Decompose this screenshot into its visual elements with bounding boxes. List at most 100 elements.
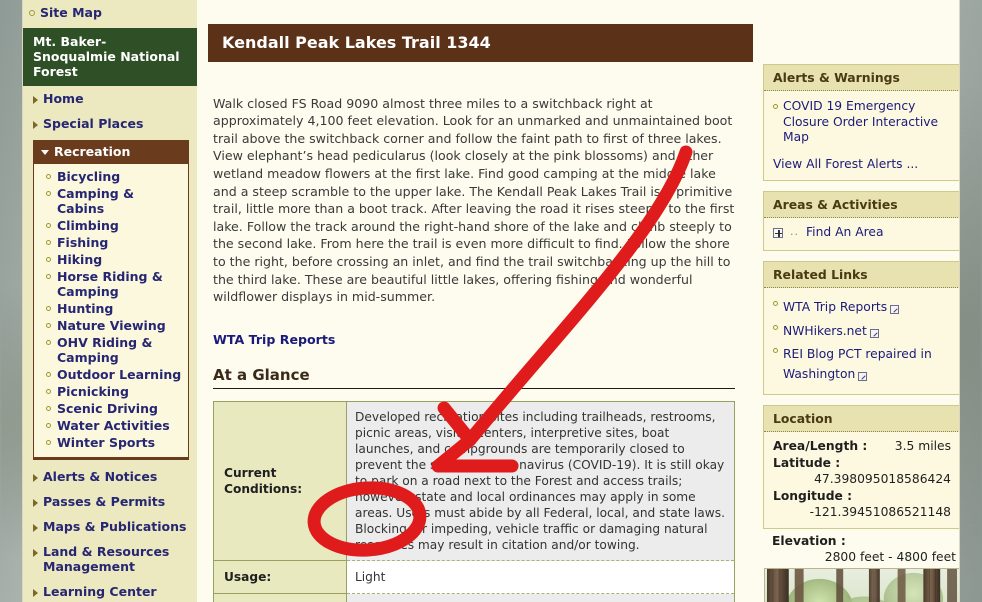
triangle-right-icon <box>33 549 38 557</box>
sidebar-item-maps-publications[interactable]: Maps & Publications <box>23 514 197 539</box>
alerts-warnings-body: COVID 19 Emergency Closure Order Interac… <box>764 91 959 180</box>
list-item[interactable]: REI Blog PCT repaired in Washington <box>773 342 951 385</box>
climbing-link[interactable]: Climbing <box>57 218 119 233</box>
nwhikers-link[interactable]: NWHikers.net <box>783 324 867 338</box>
sidebar-item-site-map[interactable]: Site Map <box>23 0 197 28</box>
water-activities-link[interactable]: Water Activities <box>57 418 170 433</box>
sidebar-item-scenic-driving[interactable]: Scenic Driving <box>38 400 184 417</box>
row-label: Best Season: <box>213 593 347 602</box>
sidebar-item-water-activities[interactable]: Water Activities <box>38 417 184 434</box>
sidebar-item-passes-permits[interactable]: Passes & Permits <box>23 489 197 514</box>
sidebar-item-land-resources-management[interactable]: Land & Resources Management <box>23 539 197 579</box>
areas-activities-heading: Areas & Activities <box>764 191 959 218</box>
list-item[interactable]: WTA Trip Reports <box>773 295 951 319</box>
sidebar-item-home[interactable]: Home <box>23 86 197 111</box>
list-item[interactable]: NWHikers.net <box>773 319 951 343</box>
triangle-right-icon <box>33 524 38 532</box>
sidebar-item-recreation[interactable]: Recreation <box>33 140 189 164</box>
sidebar-item-hunting[interactable]: Hunting <box>38 300 184 317</box>
related-links-box: Related Links WTA Trip Reports NWHikers.… <box>763 261 959 395</box>
areas-activities-box: Areas & Activities .. Find An Area <box>763 190 959 251</box>
row-value: Summer/Fall <box>346 593 735 602</box>
area-length-row: Area/Length : 3.5 miles <box>773 438 951 455</box>
area-length-value: 3.5 miles <box>894 439 951 453</box>
circle-bullet-icon <box>46 423 51 428</box>
sidebar-item-fishing[interactable]: Fishing <box>38 234 184 251</box>
related-links-body: WTA Trip Reports NWHikers.net REI Blog P… <box>764 288 959 394</box>
alerts-warnings-box: Alerts & Warnings COVID 19 Emergency Clo… <box>763 64 959 181</box>
circle-bullet-icon <box>46 340 51 345</box>
table-row: Usage: Light <box>213 560 735 595</box>
main-content: Kendall Peak Lakes Trail 1344 Walk close… <box>208 0 753 602</box>
circle-bullet-icon <box>773 301 778 306</box>
list-item[interactable]: COVID 19 Emergency Closure Order Interac… <box>773 98 951 149</box>
row-value: Developed recreation sites including tra… <box>346 401 735 562</box>
sidebar-item-winter-sports[interactable]: Winter Sports <box>38 434 184 451</box>
hunting-link[interactable]: Hunting <box>57 301 113 316</box>
forest-name-banner: Mt. Baker-Snoqualmie National Forest <box>23 28 197 86</box>
sidebar-item-ohv-riding-camping[interactable]: OHV Riding & Camping <box>38 334 184 366</box>
triangle-right-icon <box>33 96 38 104</box>
scenic-driving-link[interactable]: Scenic Driving <box>57 401 158 416</box>
sidebar-item-learning-center[interactable]: Learning Center <box>23 579 197 602</box>
row-label: Current Conditions: <box>213 401 347 562</box>
area-length-label: Area/Length : <box>773 439 868 453</box>
sidebar-item-climbing[interactable]: Climbing <box>38 217 184 234</box>
find-an-area-link[interactable]: Find An Area <box>806 225 884 241</box>
circle-bullet-icon <box>46 240 51 245</box>
sidebar-item-picnicking[interactable]: Picnicking <box>38 383 184 400</box>
circle-bullet-icon <box>46 323 51 328</box>
camping-cabins-link[interactable]: Camping & Cabins <box>57 186 182 216</box>
learning-center-link[interactable]: Learning Center <box>43 584 157 599</box>
picnicking-link[interactable]: Picnicking <box>57 384 129 399</box>
sidebar-item-alerts-notices[interactable]: Alerts & Notices <box>23 464 197 489</box>
recreation-link[interactable]: Recreation <box>54 144 130 159</box>
list-item[interactable]: .. Find An Area <box>773 224 951 244</box>
alerts-warnings-heading: Alerts & Warnings <box>764 65 959 91</box>
left-sidebar: Site Map Mt. Baker-Snoqualmie National F… <box>23 0 197 602</box>
covid-closure-map-link[interactable]: COVID 19 Emergency Closure Order Interac… <box>783 99 951 146</box>
at-a-glance-table: Current Conditions: Developed recreation… <box>213 401 735 602</box>
alerts-notices-link[interactable]: Alerts & Notices <box>43 469 157 484</box>
fishing-link[interactable]: Fishing <box>57 235 108 250</box>
triangle-right-icon <box>33 499 38 507</box>
location-box: Location Area/Length : 3.5 miles Latitud… <box>763 405 959 529</box>
site-map-link[interactable]: Site Map <box>40 5 102 21</box>
row-label: Usage: <box>213 560 347 595</box>
sidebar-item-hiking[interactable]: Hiking <box>38 251 184 268</box>
bicycling-link[interactable]: Bicycling <box>57 169 120 184</box>
sidebar-item-bicycling[interactable]: Bicycling <box>38 168 184 185</box>
wta-trip-reports-link[interactable]: WTA Trip Reports <box>213 332 335 347</box>
land-resources-management-link[interactable]: Land & Resources Management <box>43 544 189 574</box>
home-link[interactable]: Home <box>43 91 84 106</box>
maps-publications-link[interactable]: Maps & Publications <box>43 519 186 534</box>
wta-trip-reports-rail-link[interactable]: WTA Trip Reports <box>783 300 887 314</box>
page-title: Kendall Peak Lakes Trail 1344 <box>208 24 753 62</box>
outdoor-learning-link[interactable]: Outdoor Learning <box>57 367 181 382</box>
forest-service-page: Site Map Mt. Baker-Snoqualmie National F… <box>22 0 960 602</box>
sidebar-item-camping-cabins[interactable]: Camping & Cabins <box>38 185 184 217</box>
external-link-icon <box>869 328 879 338</box>
circle-bullet-icon <box>46 389 51 394</box>
passes-permits-link[interactable]: Passes & Permits <box>43 494 165 509</box>
circle-bullet-icon <box>46 174 51 179</box>
circle-bullet-icon <box>773 324 778 330</box>
winter-sports-link[interactable]: Winter Sports <box>57 435 155 450</box>
circle-bullet-icon <box>773 104 778 109</box>
areas-activities-body: .. Find An Area <box>764 218 959 251</box>
view-all-forest-alerts-link[interactable]: View All Forest Alerts ... <box>773 149 951 171</box>
circle-bullet-icon <box>46 372 51 377</box>
circle-bullet-icon <box>46 406 51 411</box>
horse-riding-camping-link[interactable]: Horse Riding & Camping <box>57 269 182 299</box>
sidebar-item-outdoor-learning[interactable]: Outdoor Learning <box>38 366 184 383</box>
plus-box-icon[interactable] <box>773 227 783 238</box>
nature-viewing-link[interactable]: Nature Viewing <box>57 318 166 333</box>
hiking-link[interactable]: Hiking <box>57 252 102 267</box>
elevation-row: Elevation : 2800 feet - 4800 feet <box>764 533 959 566</box>
special-places-link[interactable]: Special Places <box>43 116 143 131</box>
sidebar-item-special-places[interactable]: Special Places <box>23 111 197 136</box>
sidebar-item-nature-viewing[interactable]: Nature Viewing <box>38 317 184 334</box>
sidebar-item-horse-riding-camping[interactable]: Horse Riding & Camping <box>38 268 184 300</box>
circle-bullet-icon <box>29 10 35 16</box>
ohv-riding-camping-link[interactable]: OHV Riding & Camping <box>57 335 182 365</box>
